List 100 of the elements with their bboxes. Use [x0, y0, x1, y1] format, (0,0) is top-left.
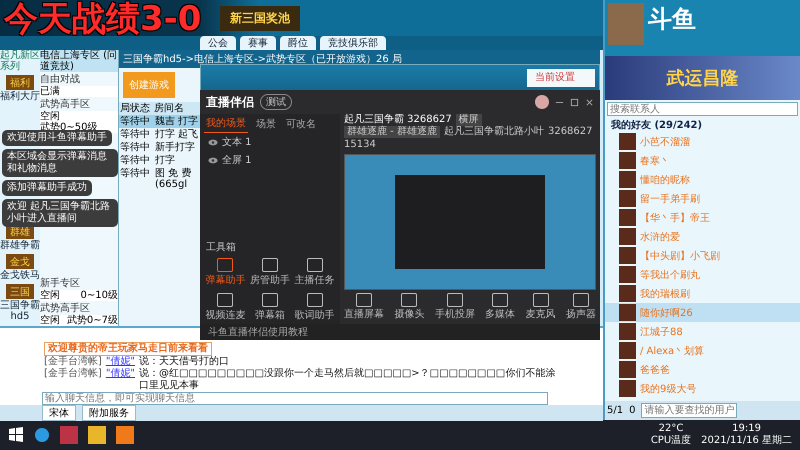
table-row[interactable]: 等待中 魏吉 打字	[119, 115, 201, 128]
version-badge[interactable]: 测试	[260, 94, 292, 110]
start-icon[interactable]	[8, 427, 24, 443]
table-cell-text: 等待中	[119, 128, 151, 141]
message-toast: 欢迎使用斗鱼弹幕助手	[2, 130, 112, 146]
eye-icon[interactable]	[208, 156, 218, 164]
tool-button[interactable]: 主播任务	[293, 256, 336, 289]
font-dropdown[interactable]: 宋体	[42, 405, 76, 421]
promo-banner[interactable]: 武运昌隆	[605, 56, 800, 100]
chat-sender: [金手台湾帐]	[44, 368, 102, 381]
room-name[interactable]: 新手专区	[40, 276, 118, 290]
browser-icon[interactable]	[34, 427, 50, 443]
room-name[interactable]: 自由对战	[40, 72, 118, 86]
control-button[interactable]: 麦克风	[526, 293, 556, 321]
friend-group-header[interactable]: 我的好友 (29/242)	[605, 118, 800, 132]
sidebar-item[interactable]: 福利大厅	[0, 91, 40, 102]
promo-banner[interactable]: 新三国奖池	[220, 6, 300, 30]
room-status: 空闲	[40, 111, 60, 122]
avatar-placeholder	[619, 323, 636, 340]
app-logo: 直播伴侣	[206, 94, 254, 110]
avatar-placeholder	[619, 209, 636, 226]
table-cell-text: 等待中	[119, 141, 151, 154]
logo: 斗鱼	[648, 4, 696, 35]
game-icon[interactable]: 金戈	[6, 254, 34, 269]
tutorial-link[interactable]: 斗鱼直播伴侣使用教程	[200, 324, 600, 340]
tool-button[interactable]: 歌词助手	[293, 291, 336, 324]
table-cell-text: 等待中	[119, 154, 151, 167]
avatar-placeholder	[619, 152, 636, 169]
chat-message: 说：天天借号打的口	[139, 356, 230, 368]
message-count: 0	[629, 405, 636, 416]
game-icon[interactable]: 三国	[6, 284, 34, 299]
source-item[interactable]: 文本 1	[222, 135, 252, 149]
clock-date[interactable]: 2021/11/16 星期二	[701, 435, 792, 447]
tool-button[interactable]: 视频连麦	[204, 291, 247, 324]
avatar-placeholder	[619, 228, 636, 245]
table-row[interactable]: 等待中 图 免 费 (665gl	[119, 167, 201, 191]
scene-tab[interactable]: 可改名	[284, 114, 318, 133]
avatar-placeholder	[619, 380, 636, 397]
table-row[interactable]: 等待中 打字 起飞	[119, 128, 201, 141]
room-tag: 横屏	[456, 114, 482, 126]
clock-time[interactable]: 19:19	[732, 423, 761, 435]
overlay-caption: 今天战绩3-0	[4, 0, 202, 38]
eye-icon[interactable]	[208, 138, 218, 146]
maximize-icon[interactable]	[570, 98, 579, 106]
room-status: 空闲	[40, 315, 60, 326]
avatar-placeholder	[619, 304, 636, 321]
user-search-field[interactable]: 请输入要查找的用户	[641, 403, 738, 418]
room-id: 3268627	[548, 126, 593, 138]
table-cell-text: 打字	[154, 154, 176, 167]
avatar-circle[interactable]	[535, 95, 549, 109]
tool-button[interactable]: 弹幕箱	[248, 291, 292, 324]
column-header: 房间名	[153, 102, 185, 115]
game-icon[interactable]: 福利	[6, 75, 34, 90]
chat-name-link[interactable]: "倩妮"	[106, 356, 136, 368]
category-chip[interactable]: 群雄逐鹿 - 群雄逐鹿	[344, 126, 440, 138]
table-cell-text: 魏吉 打字	[154, 115, 200, 128]
message-toast: 添加弹幕助手成功	[2, 180, 92, 196]
sidebar-item[interactable]: 三国争霸hd5	[0, 300, 40, 322]
sidebar-item[interactable]: 金戈铁马	[0, 270, 40, 281]
avatar-placeholder	[619, 361, 636, 378]
zone-title[interactable]: 电信上海专区 (问道竞技)	[40, 50, 118, 72]
room-name[interactable]: 武势高手区	[40, 97, 118, 111]
control-button[interactable]: 扬声器	[566, 293, 596, 321]
nav-tab[interactable]: 竞技俱乐部	[320, 36, 386, 50]
control-button[interactable]: 直播屏幕	[344, 293, 384, 321]
room-name[interactable]: 武势高手区	[40, 301, 118, 315]
table-row[interactable]: 等待中 打字	[119, 154, 201, 167]
tool-button[interactable]: 房管助手	[248, 256, 292, 289]
chat-name-link[interactable]: "倩妮"	[106, 368, 136, 392]
tool-button[interactable]: 弹幕助手	[204, 256, 247, 289]
table-cell-text: 等待中	[119, 115, 151, 128]
avatar-placeholder	[619, 266, 636, 283]
close-icon[interactable]	[585, 98, 594, 106]
room-range: 武势0~7级	[66, 315, 118, 326]
column-header: 局状态	[119, 102, 151, 115]
room-status: 空闲	[40, 290, 60, 301]
system-message: 欢迎尊贵的帝王玩家马走日前来看看	[44, 342, 212, 356]
table-row[interactable]: 等待中 新手打字	[119, 141, 201, 154]
status-count: 5/1	[607, 405, 624, 416]
room-title: 起凡三国争霸 3268627	[344, 114, 452, 126]
sidebar-item[interactable]: 群雄争霸	[0, 240, 40, 251]
nav-tab[interactable]: 赛事	[240, 36, 276, 50]
search-field[interactable]: 搜索联系人	[607, 102, 798, 116]
cpu-label: CPU温度	[650, 435, 692, 447]
control-button[interactable]: 多媒体	[485, 293, 516, 321]
scene-tab[interactable]: 场景	[254, 114, 278, 133]
nav-tab[interactable]: 爵位	[280, 36, 316, 50]
temperature: 22°C	[658, 423, 684, 434]
control-button[interactable]: 摄像头	[394, 293, 424, 321]
service-dropdown[interactable]: 附加服务	[82, 405, 136, 421]
source-item[interactable]: 全屏 1	[222, 153, 252, 167]
avatar-placeholder	[619, 285, 636, 302]
sidebar-header: 起凡新区系列	[0, 50, 40, 72]
room-range: 0~10级	[80, 290, 118, 301]
scene-tab[interactable]: 我的场景	[204, 114, 248, 133]
message-toast: 欢迎 起凡三国争霸北路小叶进入直播间	[2, 199, 118, 227]
room-name: 起凡三国争霸北路小叶	[444, 126, 544, 138]
control-button[interactable]: 手机投屏	[434, 293, 475, 321]
message-toast: 本区域会显示弹幕消息和礼物消息	[2, 149, 118, 177]
nav-tab[interactable]: 公会	[200, 36, 236, 50]
